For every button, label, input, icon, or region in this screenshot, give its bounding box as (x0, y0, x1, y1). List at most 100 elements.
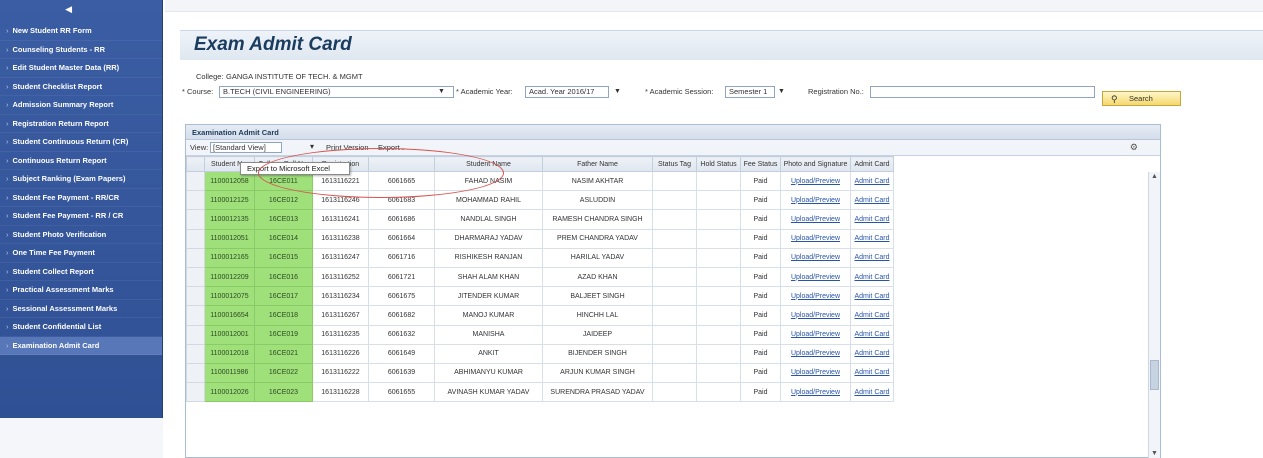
table-row[interactable]: 1100012018 16CE021 1613116226 6061649 ANKIT B… (186, 343, 894, 364)
upload-preview-link[interactable]: Upload/Preview (791, 216, 840, 223)
chevron-down-icon[interactable]: ▼ (438, 88, 445, 95)
admit-card-link[interactable]: Admit Card (854, 197, 889, 204)
chevron-down-icon[interactable]: ▾ (310, 142, 314, 151)
sidebar-item[interactable]: › Examination Admit Card (0, 336, 162, 355)
sidebar-item[interactable]: › Student Fee Payment - RR/CR (0, 189, 162, 207)
admit-card-link[interactable]: Admit Card (854, 350, 889, 357)
academic-session-select[interactable]: Semester 1 (725, 86, 775, 98)
upload-preview-link[interactable]: Upload/Preview (791, 369, 840, 376)
table-cell: 1613116234 (312, 286, 369, 307)
table-row[interactable]: 1100011986 16CE022 1613116222 6061639 ABHIMA… (186, 362, 894, 384)
table-row[interactable]: 1100016654 16CE018 1613116267 6061682 MANOJ … (186, 305, 894, 326)
column-header[interactable]: Father Name (542, 156, 653, 172)
print-version-link[interactable]: Print Version (326, 143, 369, 152)
sidebar-item[interactable]: › Sessional Assessment Marks (0, 300, 162, 318)
table-row[interactable]: 1100012001 16CE019 1613116235 6061632 MANISH… (186, 324, 894, 345)
upload-preview-link[interactable]: Upload/Preview (791, 312, 840, 319)
upload-preview-link[interactable]: Upload/Preview (791, 197, 840, 204)
sidebar-item-label: New Student RR Form (12, 26, 92, 35)
admit-card-link[interactable]: Admit Card (854, 293, 889, 300)
view-select[interactable]: [Standard View] (210, 142, 282, 153)
row-selector[interactable] (186, 343, 205, 364)
row-selector[interactable] (186, 190, 205, 211)
export-excel-menu-item[interactable]: Export to Microsoft Excel (240, 162, 350, 175)
column-header[interactable]: Photo and Signature (780, 156, 851, 172)
table-cell: AZAD KHAN (542, 266, 653, 288)
column-header[interactable]: Student Name (434, 156, 543, 172)
sidebar-item[interactable]: › Student Continuous Return (CR) (0, 133, 162, 152)
sidebar-menu: › New Student RR Form › Counseling Students… (0, 22, 162, 355)
row-selector[interactable] (186, 228, 205, 249)
table-cell: 1100012209 (204, 266, 255, 288)
row-selector[interactable] (186, 286, 205, 307)
sidebar-item[interactable]: › One Time Fee Payment (0, 244, 162, 263)
row-selector[interactable] (186, 266, 205, 288)
row-selector[interactable] (186, 209, 205, 230)
upload-preview-link[interactable]: Upload/Preview (791, 254, 840, 261)
admit-card-link[interactable]: Admit Card (854, 254, 889, 261)
upload-preview-link[interactable]: Upload/Preview (791, 331, 840, 338)
admit-card-link[interactable]: Admit Card (854, 369, 889, 376)
admit-card-link[interactable]: Admit Card (854, 331, 889, 338)
search-button[interactable]: ⚲ Search (1102, 91, 1181, 106)
table-row[interactable]: 1100012026 16CE023 1613116228 6061655 AVINAS… (186, 382, 894, 403)
admit-card-link[interactable]: Admit Card (854, 274, 889, 281)
upload-preview-link[interactable]: Upload/Preview (791, 350, 840, 357)
table-row[interactable]: 1100012165 16CE015 1613116247 6061716 RISHIK… (186, 247, 894, 268)
column-header[interactable]: Admit Card (850, 156, 894, 172)
sidebar-item[interactable]: › Student Photo Verification (0, 226, 162, 244)
sidebar-item[interactable]: › Subject Ranking (Exam Papers) (0, 170, 162, 189)
table-row[interactable]: 1100012135 16CE013 1613116241 6061686 NANDLA… (186, 209, 894, 230)
sidebar-item[interactable]: › Edit Student Master Data (RR) (0, 59, 162, 78)
sidebar-item[interactable]: › Continuous Return Report (0, 152, 162, 170)
table-cell: 16CE021 (254, 343, 313, 364)
registration-input[interactable] (870, 86, 1095, 98)
row-selector[interactable] (186, 324, 205, 345)
sidebar-item[interactable]: › New Student RR Form (0, 22, 162, 41)
admit-card-link[interactable]: Admit Card (854, 312, 889, 319)
upload-preview-link[interactable]: Upload/Preview (791, 293, 840, 300)
table-row[interactable]: 1100012051 16CE014 1613116238 6061664 DHARMA… (186, 228, 894, 249)
sidebar-item[interactable]: › Admission Summary Report (0, 96, 162, 115)
table-row[interactable]: 1100012075 16CE017 1613116234 6061675 JITEND… (186, 286, 894, 307)
row-selector[interactable] (186, 170, 205, 192)
admit-card-link[interactable]: Admit Card (854, 178, 889, 185)
row-selector[interactable] (186, 305, 205, 326)
sidebar-item[interactable]: › Registration Return Report (0, 115, 162, 133)
upload-preview-link[interactable]: Upload/Preview (791, 389, 840, 396)
upload-preview-link[interactable]: Upload/Preview (791, 235, 840, 242)
vertical-scrollbar[interactable]: ▲ ▼ (1148, 172, 1160, 458)
row-selector[interactable] (186, 382, 205, 403)
sidebar-item[interactable]: › Student Fee Payment - RR / CR (0, 207, 162, 226)
chevron-down-icon[interactable]: ▼ (614, 88, 621, 95)
sidebar-item[interactable]: › Student Collect Report (0, 263, 162, 281)
row-selector[interactable] (186, 362, 205, 384)
column-header[interactable]: Hold Status (696, 156, 741, 172)
settings-icon[interactable]: ⚙ (1130, 142, 1138, 153)
upload-preview-link[interactable]: Upload/Preview (791, 178, 840, 185)
course-select[interactable]: B.TECH (CIVIL ENGINEERING) (219, 86, 454, 98)
table-cell: Paid (740, 170, 781, 192)
sidebar-item[interactable]: › Counseling Students - RR (0, 41, 162, 59)
sidebar-item[interactable]: › Practical Assessment Marks (0, 281, 162, 300)
sidebar-item[interactable]: › Student Confidential List (0, 318, 162, 337)
admit-card-link[interactable]: Admit Card (854, 235, 889, 242)
sidebar-item[interactable]: › Student Checklist Report (0, 78, 162, 96)
collapse-arrow-icon[interactable]: ◀ (65, 4, 72, 15)
column-header[interactable]: Fee Status (740, 156, 781, 172)
chevron-down-icon[interactable]: ▼ (778, 88, 785, 95)
table-cell: Upload/Preview (780, 382, 851, 403)
row-selector[interactable] (186, 247, 205, 268)
scroll-up-icon[interactable]: ▲ (1151, 173, 1158, 180)
upload-preview-link[interactable]: Upload/Preview (791, 274, 840, 281)
scroll-down-icon[interactable]: ▼ (1151, 450, 1158, 457)
admit-card-link[interactable]: Admit Card (854, 216, 889, 223)
table-row[interactable]: 1100012125 16CE012 1613116246 6061683 MOHAMM… (186, 190, 894, 211)
table-row[interactable]: 1100012209 16CE016 1613116252 6061721 SHAH A… (186, 266, 894, 288)
column-header[interactable]: Status Tag (652, 156, 697, 172)
admit-card-link[interactable]: Admit Card (854, 389, 889, 396)
scrollbar-thumb[interactable] (1150, 360, 1159, 390)
column-header[interactable] (368, 156, 435, 172)
export-menu[interactable]: Export⌄ (378, 143, 406, 152)
academic-year-select[interactable]: Acad. Year 2016/17 (525, 86, 609, 98)
